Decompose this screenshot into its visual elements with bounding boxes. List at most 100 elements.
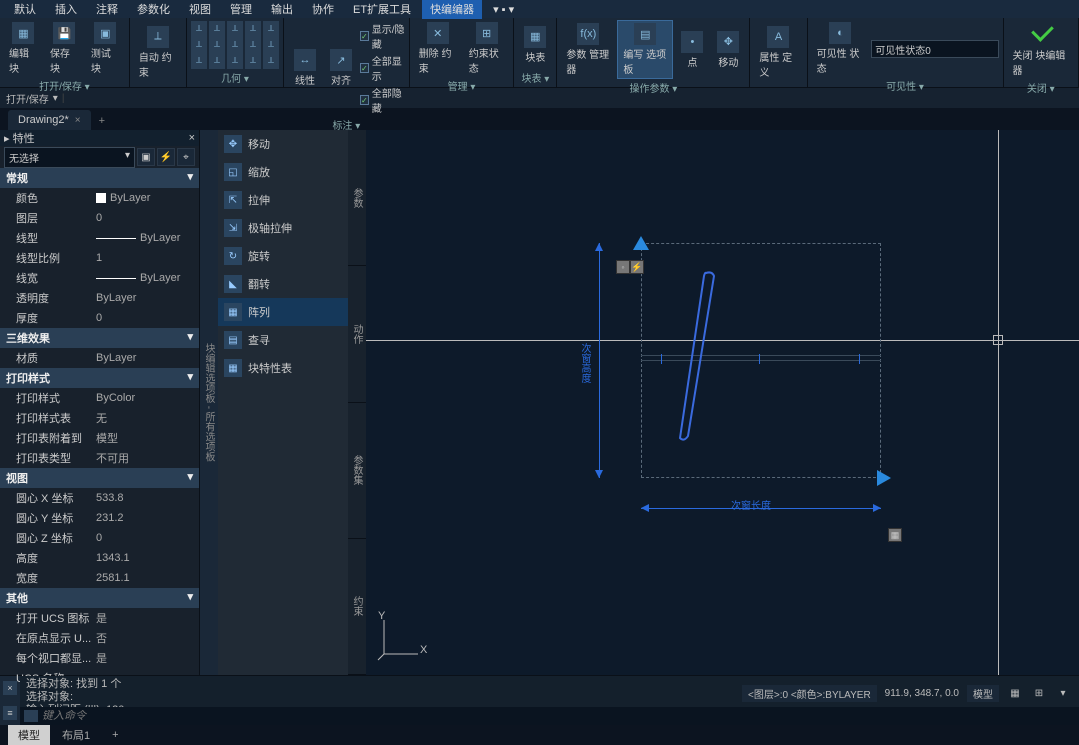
dimension-horizontal[interactable]: 次窗长度 [641, 500, 881, 520]
prop-value[interactable]: ByLayer [96, 290, 199, 306]
grip-action[interactable]: ⚡ [630, 260, 644, 274]
dimension-vertical[interactable]: 次窗高度 [591, 243, 631, 478]
prop-row[interactable]: 打印样式ByColor [0, 388, 199, 408]
ribbon-button[interactable]: ⊞约束状态 [464, 20, 510, 77]
qat-arrow[interactable]: ▾ [53, 93, 58, 104]
constraint-icon[interactable]: ⟂ [209, 21, 225, 37]
grip-array[interactable]: ▦ [888, 528, 902, 542]
constraint-icon[interactable]: ⟂ [245, 53, 261, 69]
constraint-icon[interactable]: ⟂ [209, 37, 225, 53]
ribbon-button[interactable]: ▦编辑 块 [4, 20, 43, 77]
menu-默认[interactable]: 默认 [6, 0, 44, 19]
add-tab-button[interactable]: + [91, 112, 113, 130]
menu-协作[interactable]: 协作 [304, 0, 342, 19]
ribbon-button[interactable]: ▣测试 块 [86, 20, 125, 77]
ribbon-button[interactable]: ⟂自动 约束 [134, 24, 182, 81]
add-layout-button[interactable]: + [102, 727, 128, 743]
constraint-icon[interactable]: ⟂ [227, 21, 243, 37]
menu-icon[interactable]: ▾ [1055, 686, 1071, 700]
menu-参数化[interactable]: 参数化 [129, 0, 178, 19]
prop-row[interactable]: 每个视口都显...是 [0, 648, 199, 668]
prop-value[interactable]: 是 [96, 650, 199, 666]
constraint-icon[interactable]: ⟂ [209, 53, 225, 69]
prop-category[interactable]: 打印样式▾ [0, 368, 199, 388]
prop-row[interactable]: 线宽 ByLayer [0, 268, 199, 288]
cmd-toggle-icon[interactable]: × [3, 681, 17, 695]
constraint-icon[interactable]: ⟂ [245, 21, 261, 37]
action-item[interactable]: ◱缩放 [218, 158, 348, 186]
action-item[interactable]: ✥移动 [218, 130, 348, 158]
prop-value[interactable]: 1343.1 [96, 550, 199, 566]
ribbon-group-label[interactable]: 可见性 ▾ [812, 77, 999, 93]
action-item[interactable]: ▦阵列 [218, 298, 348, 326]
prop-category[interactable]: 其他▾ [0, 588, 199, 608]
select-icon[interactable]: ▣ [137, 148, 155, 166]
prop-value[interactable]: 不可用 [96, 450, 199, 466]
ribbon-button[interactable]: ✥移动 [711, 29, 745, 71]
status-mode[interactable]: 模型 [967, 685, 999, 702]
prop-row[interactable]: 打印样式表无 [0, 408, 199, 428]
action-item[interactable]: ◣翻转 [218, 270, 348, 298]
command-input[interactable] [42, 710, 1075, 722]
palette-tab[interactable]: 参数集 [348, 403, 366, 539]
menu-注释[interactable]: 注释 [88, 0, 126, 19]
prop-row[interactable]: 厚度0 [0, 308, 199, 328]
constraint-icon[interactable]: ⟂ [191, 37, 207, 53]
pipette-icon[interactable]: ⌖ [177, 148, 195, 166]
ribbon-button[interactable]: A属性 定义 [754, 24, 802, 81]
prop-value[interactable]: 模型 [96, 430, 199, 446]
constraint-icon[interactable]: ⟂ [191, 21, 207, 37]
prop-row[interactable]: 高度1343.1 [0, 548, 199, 568]
constraint-icon[interactable]: ⟂ [263, 21, 279, 37]
prop-category[interactable]: 视图▾ [0, 468, 199, 488]
ribbon-button[interactable]: 关闭 块编辑器 [1008, 20, 1074, 79]
menu-管理[interactable]: 管理 [222, 0, 260, 19]
cmd-menu-icon[interactable]: ≡ [3, 706, 17, 720]
prop-value[interactable]: 0 [96, 530, 199, 546]
ribbon-group-label[interactable]: 几何 ▾ [191, 69, 279, 85]
ribbon-button[interactable]: ✕删除 约束 [414, 20, 462, 77]
grid-icon[interactable]: ▦ [1007, 686, 1023, 700]
prop-value[interactable]: 无 [96, 410, 199, 426]
selection-combo[interactable]: 无选择▾ [4, 147, 135, 168]
constraint-icon[interactable]: ⟂ [263, 37, 279, 53]
grip-tri-up[interactable] [633, 228, 649, 250]
ribbon-group-label[interactable]: 块表 ▾ [518, 69, 552, 85]
ribbon-button[interactable]: ↔线性 [288, 47, 322, 89]
prop-value[interactable]: 是 [96, 610, 199, 626]
action-item[interactable]: ↻旋转 [218, 242, 348, 270]
menu-插入[interactable]: 插入 [47, 0, 85, 19]
ribbon-group-label[interactable]: 关闭 ▾ [1008, 79, 1074, 95]
prop-value[interactable]: 231.2 [96, 510, 199, 526]
ribbon-button[interactable]: ↗对齐 [324, 47, 358, 89]
palette-tab[interactable]: 约束 [348, 539, 366, 675]
prop-row[interactable]: 打印表类型不可用 [0, 448, 199, 468]
quick-select-icon[interactable]: ⚡ [157, 148, 175, 166]
ribbon-button[interactable]: ▦块表 [518, 24, 552, 66]
action-item[interactable]: ▦块特性表 [218, 354, 348, 382]
prop-category[interactable]: 三维效果▾ [0, 328, 199, 348]
action-item[interactable]: ⇱拉伸 [218, 186, 348, 214]
prop-row[interactable]: 透明度ByLayer [0, 288, 199, 308]
grip-tri-right[interactable] [877, 470, 899, 486]
prop-row[interactable]: 图层0 [0, 208, 199, 228]
constraint-icon[interactable]: ⟂ [263, 53, 279, 69]
check-line[interactable]: ✓全部隐藏 [360, 84, 405, 116]
ribbon-group-label[interactable] [134, 84, 182, 85]
prop-value[interactable]: ByLayer [96, 350, 199, 366]
layout-tab[interactable]: 布局1 [52, 725, 100, 745]
prop-value[interactable]: ByLayer [96, 270, 199, 286]
ribbon-button[interactable]: ▤编写 选项板 [617, 20, 673, 79]
ribbon-button[interactable]: 💾保存 块 [45, 20, 84, 77]
document-tab[interactable]: Drawing2* × [8, 110, 91, 130]
prop-row[interactable]: 打印表附着到模型 [0, 428, 199, 448]
check-line[interactable]: ✓全部显示 [360, 52, 405, 84]
action-item[interactable]: ⇲极轴拉伸 [218, 214, 348, 242]
close-icon[interactable]: × [189, 132, 195, 144]
ribbon-button[interactable]: •点 [675, 29, 709, 71]
prop-value[interactable]: 1 [96, 250, 199, 266]
constraint-icon[interactable]: ⟂ [227, 53, 243, 69]
check-line[interactable]: ✓显示/隐藏 [360, 20, 405, 52]
ribbon-group-label[interactable]: 操作参数 ▾ [561, 79, 745, 95]
menu-extra[interactable]: ▾ ▪ ▾ [485, 1, 522, 18]
